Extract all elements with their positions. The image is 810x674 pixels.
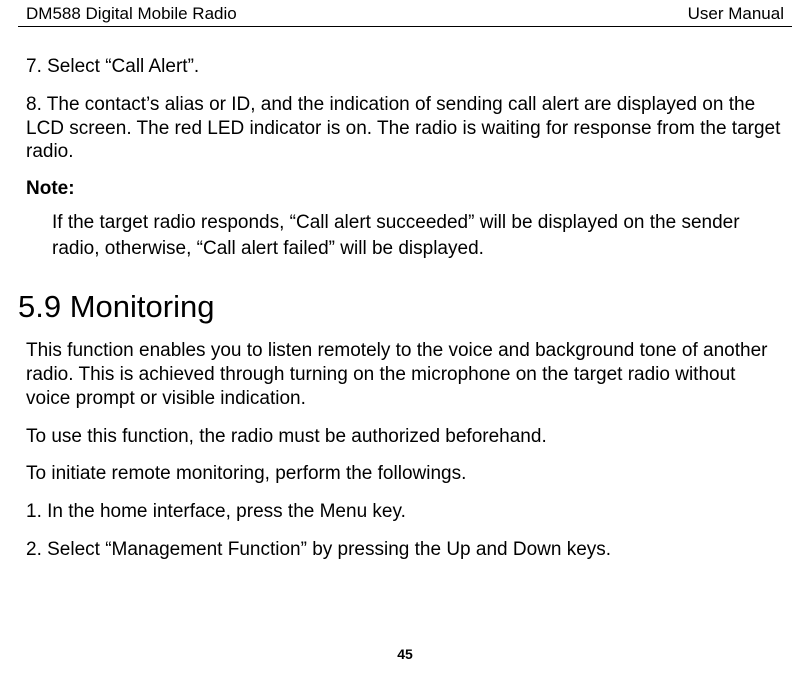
monitoring-step-2: 2. Select “Management Function” by press…: [26, 538, 784, 562]
page-footer: 45: [0, 646, 810, 662]
monitoring-intro: This function enables you to listen remo…: [26, 339, 784, 410]
page-header: DM588 Digital Mobile Radio User Manual: [18, 0, 792, 27]
page-number: 45: [397, 646, 413, 662]
page-container: DM588 Digital Mobile Radio User Manual 7…: [0, 0, 810, 674]
step-8: 8. The contact’s alias or ID, and the in…: [26, 93, 784, 164]
note-body: If the target radio responds, “Call aler…: [26, 210, 784, 261]
section-heading-monitoring: 5.9 Monitoring: [18, 289, 784, 325]
header-product-name: DM588 Digital Mobile Radio: [26, 4, 237, 24]
note-label: Note:: [26, 178, 784, 200]
step-7: 7. Select “Call Alert”.: [26, 55, 784, 79]
header-doc-type: User Manual: [688, 4, 784, 24]
monitoring-auth: To use this function, the radio must be …: [26, 425, 784, 449]
page-content: 7. Select “Call Alert”. 8. The contact’s…: [18, 27, 792, 562]
monitoring-initiate: To initiate remote monitoring, perform t…: [26, 462, 784, 486]
monitoring-step-1: 1. In the home interface, press the Menu…: [26, 500, 784, 524]
